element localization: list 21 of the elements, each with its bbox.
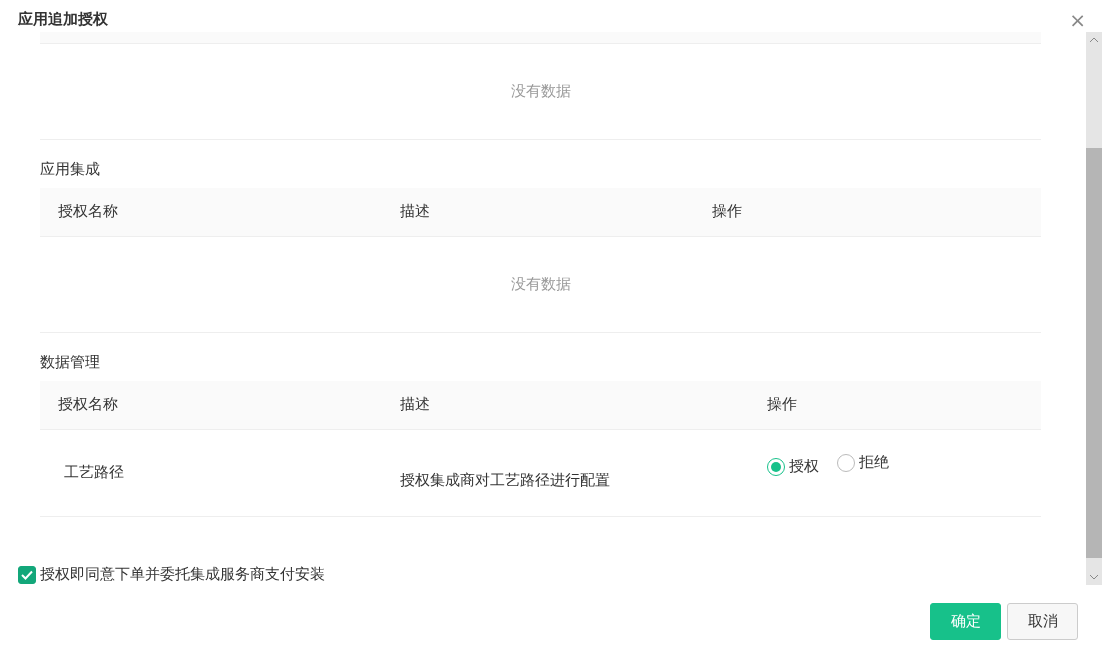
chevron-up-icon[interactable] xyxy=(1089,37,1099,43)
empty-message: 没有数据 xyxy=(510,81,571,102)
scrollbar[interactable] xyxy=(1086,32,1102,585)
column-header: 操作 xyxy=(767,395,797,414)
dialog-title: 应用追加授权 xyxy=(18,10,108,28)
radio-option[interactable]: 授权 xyxy=(767,456,819,477)
radio-option[interactable]: 拒绝 xyxy=(837,452,889,473)
empty-message: 没有数据 xyxy=(510,274,571,295)
column-header: 描述 xyxy=(400,395,430,414)
column-header: 授权名称 xyxy=(58,395,118,414)
column-header: 操作 xyxy=(712,202,742,221)
cancel-button[interactable]: 取消 xyxy=(1007,603,1078,640)
chevron-down-icon[interactable] xyxy=(1089,574,1099,580)
checkbox-label: 授权即同意下单并委托集成服务商支付安装 xyxy=(40,565,325,585)
column-header: 描述 xyxy=(400,202,430,221)
checkbox[interactable] xyxy=(18,566,36,584)
section-title: 应用集成 xyxy=(40,159,100,179)
table-cell: 授权集成商对工艺路径进行配置 xyxy=(400,471,610,490)
section-title: 数据管理 xyxy=(40,352,100,372)
table-cell: 工艺路径 xyxy=(64,463,124,482)
column-header: 授权名称 xyxy=(58,202,118,221)
